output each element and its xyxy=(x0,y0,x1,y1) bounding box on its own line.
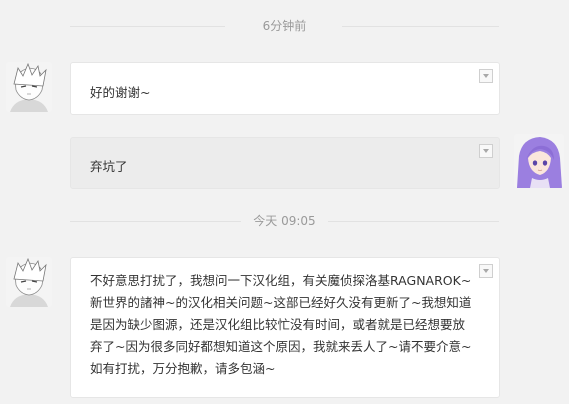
chevron-down-icon[interactable] xyxy=(479,264,493,278)
message-text: 弃坑了 xyxy=(90,159,128,174)
message-bubble-own: 弃坑了 xyxy=(70,137,500,189)
avatar[interactable] xyxy=(6,257,52,307)
message-text: 不好意思打扰了，我想问一下汉化组，有关魔侦探洛基RAGNAROK~新世界的諸神~… xyxy=(90,273,472,376)
chevron-down-icon[interactable] xyxy=(479,69,493,83)
avatar[interactable] xyxy=(6,62,52,112)
timestamp-label: 6分钟前 xyxy=(262,19,307,33)
message-text: 好的谢谢~ xyxy=(90,85,151,100)
anime-boy-avatar-icon xyxy=(6,257,52,307)
message-bubble: 不好意思打扰了，我想问一下汉化组，有关魔侦探洛基RAGNAROK~新世界的諸神~… xyxy=(70,257,500,398)
timestamp-divider: 今天 09:05 xyxy=(0,211,569,231)
anime-boy-avatar-icon xyxy=(6,62,52,112)
timestamp-label: 今天 09:05 xyxy=(253,214,316,228)
message-bubble: 好的谢谢~ xyxy=(70,62,500,115)
avatar[interactable] xyxy=(514,134,564,188)
purple-hair-girl-avatar-icon xyxy=(514,134,564,188)
chevron-down-icon[interactable] xyxy=(479,144,493,158)
timestamp-divider: 6分钟前 xyxy=(0,16,569,36)
